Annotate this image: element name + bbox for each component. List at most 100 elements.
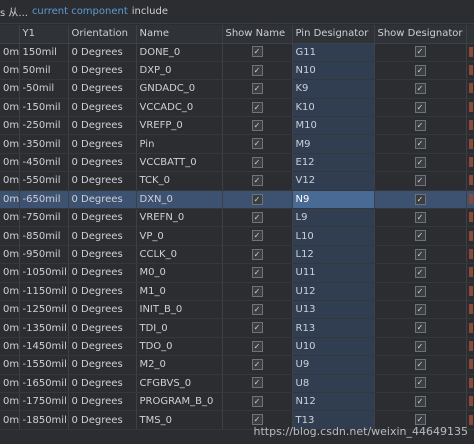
cell-y1[interactable]: -1850mil xyxy=(19,410,69,430)
cell-y1[interactable]: -750mil xyxy=(19,208,69,228)
checkbox[interactable]: ✓ xyxy=(251,395,263,407)
cell-show-designator[interactable]: ✓ xyxy=(374,61,467,81)
checkbox[interactable]: ✓ xyxy=(251,377,263,389)
cell-y1[interactable]: -1150mil xyxy=(19,282,69,301)
table-row[interactable]: 0mil-1050mil0 DegreesM0_0 ✓ U11 ✓ xyxy=(0,263,474,283)
cell-name[interactable]: VREFN_0 xyxy=(136,208,223,228)
table-row[interactable]: 0mil-750mil0 DegreesVREFN_0 ✓ L9 ✓ xyxy=(0,208,474,228)
table-row[interactable]: 0mil-1650mil0 DegreesCFGBVS_0 ✓ U8 ✓ xyxy=(0,374,474,393)
cell-x[interactable]: 0mil xyxy=(0,355,20,375)
checkbox[interactable]: ✓ xyxy=(414,267,426,279)
cell-orientation[interactable]: 0 Degrees xyxy=(68,282,137,301)
cell-show-name[interactable]: ✓ xyxy=(222,79,293,99)
checkbox[interactable]: ✓ xyxy=(251,193,263,205)
cell-pin-designator[interactable]: U8 xyxy=(292,374,375,393)
cell-pin-designator[interactable]: U13 xyxy=(292,300,375,320)
cell-name[interactable]: Pin xyxy=(136,134,223,154)
header-show-designator[interactable]: Show Designator xyxy=(374,25,467,44)
checkbox[interactable]: ✓ xyxy=(251,414,263,426)
cell-overflow[interactable] xyxy=(466,300,474,320)
cell-y1[interactable]: 150mil xyxy=(19,43,69,62)
cell-name[interactable]: VCCBATT_0 xyxy=(136,153,223,173)
cell-name[interactable]: M1_0 xyxy=(136,282,223,301)
header-x[interactable] xyxy=(0,25,20,44)
checkbox[interactable]: ✓ xyxy=(414,359,426,371)
table-row[interactable]: 0mil150mil0 DegreesDONE_0 ✓ G11 ✓ xyxy=(0,43,474,62)
cell-show-name[interactable]: ✓ xyxy=(222,318,293,338)
table-row[interactable]: 0mil-150mil0 DegreesVCCADC_0 ✓ K10 ✓ xyxy=(0,98,474,118)
cell-show-name[interactable]: ✓ xyxy=(222,245,293,265)
cell-x[interactable]: 0mil xyxy=(0,79,20,99)
cell-show-name[interactable]: ✓ xyxy=(222,374,293,393)
checkbox[interactable]: ✓ xyxy=(414,156,426,168)
cell-x[interactable]: 0mil xyxy=(0,374,20,393)
cell-orientation[interactable]: 0 Degrees xyxy=(68,337,137,357)
cell-orientation[interactable]: 0 Degrees xyxy=(68,300,137,320)
cell-show-designator[interactable]: ✓ xyxy=(374,153,467,173)
cell-y1[interactable]: -450mil xyxy=(19,153,69,173)
cell-pin-designator[interactable]: L9 xyxy=(292,208,375,228)
cell-overflow[interactable] xyxy=(466,43,474,62)
cell-show-designator[interactable]: ✓ xyxy=(374,355,467,375)
cell-pin-designator[interactable]: V12 xyxy=(292,171,375,191)
cell-orientation[interactable]: 0 Degrees xyxy=(68,190,137,210)
cell-orientation[interactable]: 0 Degrees xyxy=(68,245,137,265)
cell-orientation[interactable]: 0 Degrees xyxy=(68,355,137,375)
cell-x[interactable]: 0mil xyxy=(0,410,20,430)
cell-x[interactable]: 0mil xyxy=(0,392,20,412)
cell-x[interactable]: 0mil xyxy=(0,245,20,265)
cell-show-designator[interactable]: ✓ xyxy=(374,392,467,412)
cell-orientation[interactable]: 0 Degrees xyxy=(68,134,137,154)
cell-y1[interactable]: -50mil xyxy=(19,79,69,99)
cell-overflow[interactable] xyxy=(466,153,474,173)
checkbox[interactable]: ✓ xyxy=(251,175,263,187)
table-row[interactable]: 0mil-950mil0 DegreesCCLK_0 ✓ L12 ✓ xyxy=(0,245,474,265)
cell-show-designator[interactable]: ✓ xyxy=(374,43,467,62)
cell-orientation[interactable]: 0 Degrees xyxy=(68,410,137,430)
cell-show-name[interactable]: ✓ xyxy=(222,300,293,320)
checkbox[interactable]: ✓ xyxy=(414,340,426,352)
cell-show-designator[interactable]: ✓ xyxy=(374,171,467,191)
cell-x[interactable]: 0mil xyxy=(0,153,20,173)
cell-show-name[interactable]: ✓ xyxy=(222,337,293,357)
cell-show-name[interactable]: ✓ xyxy=(222,263,293,283)
table-row[interactable]: 0mil-1250mil0 DegreesINIT_B_0 ✓ U13 ✓ xyxy=(0,300,474,320)
cell-name[interactable]: TMS_0 xyxy=(136,410,223,430)
cell-orientation[interactable]: 0 Degrees xyxy=(68,374,137,393)
cell-name[interactable]: TDI_0 xyxy=(136,318,223,338)
cell-name[interactable]: VCCADC_0 xyxy=(136,98,223,118)
cell-pin-designator[interactable]: N12 xyxy=(292,392,375,412)
cell-show-name[interactable]: ✓ xyxy=(222,116,293,136)
cell-pin-designator[interactable]: U12 xyxy=(292,282,375,301)
cell-y1[interactable]: -1250mil xyxy=(19,300,69,320)
cell-orientation[interactable]: 0 Degrees xyxy=(68,226,137,246)
cell-y1[interactable]: -1350mil xyxy=(19,318,69,338)
cell-overflow[interactable] xyxy=(466,282,474,301)
checkbox[interactable]: ✓ xyxy=(251,322,263,334)
table-row[interactable]: 0mil-350mil0 DegreesPin ✓ M9 ✓ xyxy=(0,134,474,154)
cell-show-name[interactable]: ✓ xyxy=(222,208,293,228)
cell-name[interactable]: M2_0 xyxy=(136,355,223,375)
cell-show-name[interactable]: ✓ xyxy=(222,190,293,210)
checkbox[interactable]: ✓ xyxy=(414,303,426,315)
cell-y1[interactable]: -1450mil xyxy=(19,337,69,357)
cell-show-name[interactable]: ✓ xyxy=(222,171,293,191)
cell-name[interactable]: VREFP_0 xyxy=(136,116,223,136)
table-row[interactable]: 0mil-1450mil0 DegreesTDO_0 ✓ U10 ✓ xyxy=(0,337,474,357)
cell-x[interactable]: 0mil xyxy=(0,282,20,301)
cell-y1[interactable]: -150mil xyxy=(19,98,69,118)
cell-pin-designator[interactable]: M9 xyxy=(292,134,375,154)
cell-overflow[interactable] xyxy=(466,318,474,338)
table-row[interactable]: 0mil-450mil0 DegreesVCCBATT_0 ✓ E12 ✓ xyxy=(0,153,474,173)
cell-overflow[interactable] xyxy=(466,245,474,265)
checkbox[interactable]: ✓ xyxy=(251,211,263,223)
cell-orientation[interactable]: 0 Degrees xyxy=(68,208,137,228)
table-row[interactable]: 0mil-850mil0 DegreesVP_0 ✓ L10 ✓ xyxy=(0,226,474,246)
cell-overflow[interactable] xyxy=(466,190,474,210)
cell-pin-designator[interactable]: N10 xyxy=(292,61,375,81)
cell-pin-designator[interactable]: N9 xyxy=(292,190,375,210)
cell-overflow[interactable] xyxy=(466,392,474,412)
cell-orientation[interactable]: 0 Degrees xyxy=(68,98,137,118)
checkbox[interactable]: ✓ xyxy=(251,340,263,352)
cell-x[interactable]: 0mil xyxy=(0,171,20,191)
